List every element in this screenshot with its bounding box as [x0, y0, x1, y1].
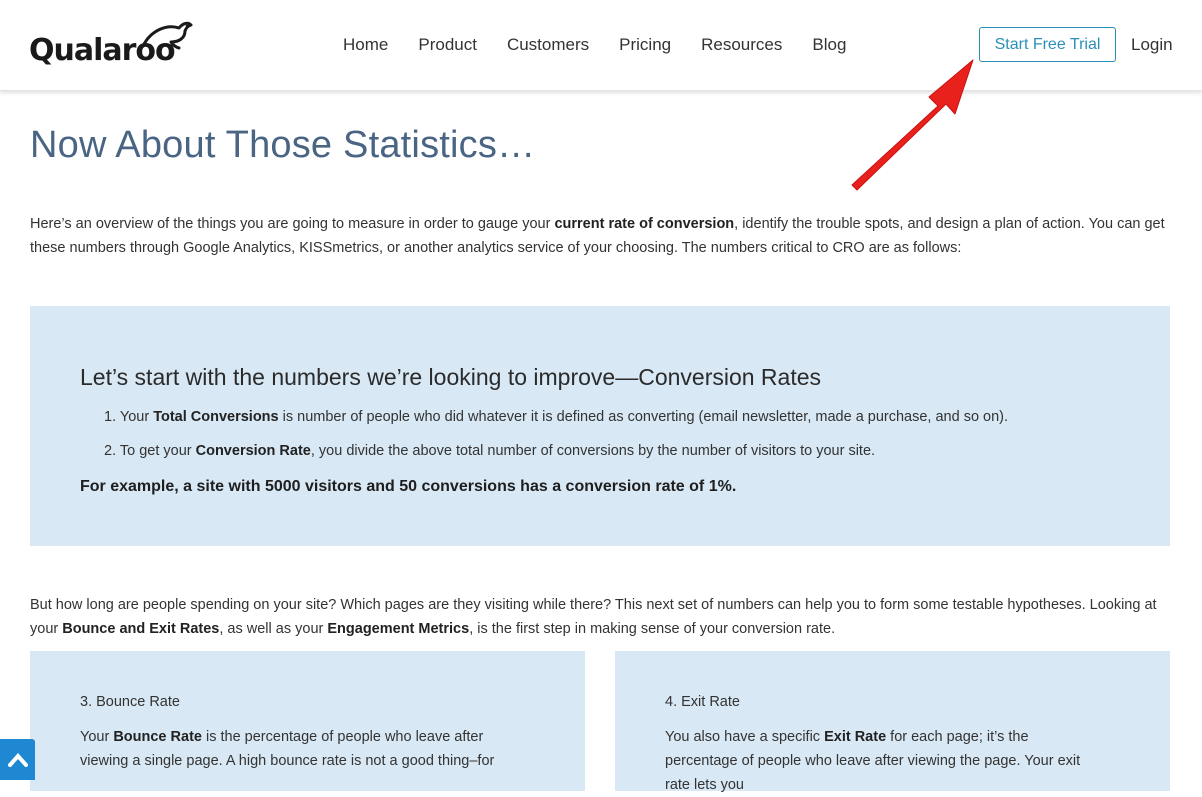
start-free-trial-button[interactable]: Start Free Trial [979, 27, 1116, 62]
bounce-rate-card: 3. Bounce Rate Your Bounce Rate is the p… [30, 651, 585, 791]
intro-text-1: Here’s an overview of the things you are… [30, 216, 555, 232]
para2-bold-2: Engagement Metrics [327, 621, 470, 637]
page-title: Now About Those Statistics… [30, 124, 536, 166]
qualaroo-logo[interactable]: Qualaroo [29, 21, 193, 66]
site-header: Qualaroo Home Product Customers Pricing … [0, 0, 1202, 91]
item1-prefix: 1. Your [104, 409, 154, 425]
list-item: 1. Your Total Conversions is number of p… [104, 407, 1008, 427]
conversion-rates-box: Let’s start with the numbers we’re looki… [30, 306, 1170, 546]
bounce-rate-text: Your Bounce Rate is the percentage of pe… [80, 725, 520, 773]
nav-home[interactable]: Home [343, 34, 388, 56]
exit-rate-title: 4. Exit Rate [665, 694, 740, 710]
kangaroo-logo-icon [141, 21, 193, 50]
item2-bold: Conversion Rate [195, 443, 311, 459]
list-item: 2. To get your Conversion Rate, you divi… [104, 441, 1008, 461]
intro-bold-1: current rate of conversion [554, 216, 735, 232]
bounce-bold: Bounce Rate [113, 729, 202, 745]
chevron-up-icon [7, 752, 28, 767]
login-link[interactable]: Login [1131, 35, 1173, 55]
conversion-example: For example, a site with 5000 visitors a… [80, 478, 737, 495]
conversion-list: 1. Your Total Conversions is number of p… [104, 407, 1008, 475]
bounce-rate-title: 3. Bounce Rate [80, 694, 180, 710]
item1-bold: Total Conversions [153, 409, 279, 425]
nav-customers[interactable]: Customers [507, 34, 589, 56]
nav-blog[interactable]: Blog [812, 34, 846, 56]
engagement-paragraph: But how long are people spending on your… [30, 593, 1170, 641]
exit-rate-text: You also have a specific Exit Rate for e… [665, 725, 1105, 797]
nav-pricing[interactable]: Pricing [619, 34, 671, 56]
bounce-prefix: Your [80, 729, 114, 745]
scroll-to-top-button[interactable] [0, 739, 35, 780]
exit-bold: Exit Rate [824, 729, 887, 745]
para2-text-2: , as well as your [219, 621, 328, 637]
nav-resources[interactable]: Resources [701, 34, 782, 56]
para2-text-3: , is the first step in making sense of y… [469, 621, 836, 637]
main-nav: Home Product Customers Pricing Resources… [343, 34, 876, 56]
exit-rate-card: 4. Exit Rate You also have a specific Ex… [615, 651, 1170, 793]
conversion-box-heading: Let’s start with the numbers we’re looki… [80, 364, 822, 390]
exit-prefix: You also have a specific [665, 729, 825, 745]
item1-rest: is number of people who did whatever it … [278, 409, 1009, 425]
item2-prefix: 2. To get your [104, 443, 196, 459]
nav-product[interactable]: Product [418, 34, 477, 56]
para2-bold-1: Bounce and Exit Rates [62, 621, 220, 637]
intro-paragraph: Here’s an overview of the things you are… [30, 212, 1170, 260]
item2-rest: , you divide the above total number of c… [310, 443, 876, 459]
